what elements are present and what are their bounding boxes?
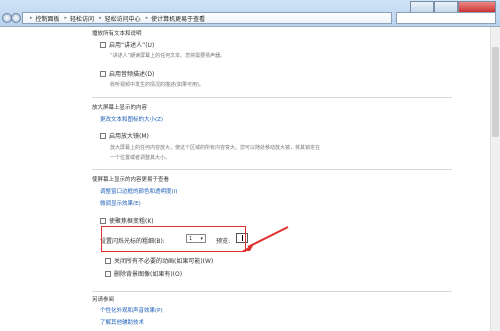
narrator-checkbox-row[interactable]: 启用“讲述人”(U) xyxy=(100,40,154,49)
vertical-scrollbar[interactable] xyxy=(490,27,500,331)
section-heading: 使屏幕上显示的内容更易于查看 xyxy=(92,177,170,183)
left-pane xyxy=(0,27,85,331)
divider xyxy=(92,291,452,292)
remove-bg-checkbox-row[interactable]: 删除背景图像(如果有)(O) xyxy=(105,269,182,278)
window-colors-link[interactable]: 调整窗口边框的颜色和透明度(I) xyxy=(100,187,177,195)
annotation-arrow-icon xyxy=(242,226,289,251)
breadcrumb-item[interactable]: 控制面板 xyxy=(36,14,60,23)
audio-desc-checkbox-row[interactable]: 启用音频描述(D) xyxy=(100,69,154,78)
section-heading: 另请参阅 xyxy=(92,297,115,303)
focus-rect-checkbox[interactable] xyxy=(100,217,106,224)
chevron-right-icon: ▸ xyxy=(64,15,68,21)
section-heading: 播放所有文本和说明 xyxy=(92,31,142,37)
narrator-checkbox[interactable] xyxy=(100,41,106,48)
remove-bg-checkbox[interactable] xyxy=(105,270,111,277)
search-input[interactable] xyxy=(396,12,496,24)
remove-bg-label: 删除背景图像(如果有)(O) xyxy=(114,271,183,278)
section-heading: 放大屏幕上显示的内容 xyxy=(92,105,148,111)
audio-desc-description: 收听视频中发生的情况的描述(如果可用)。 xyxy=(110,82,204,88)
breadcrumb-item[interactable]: 轻松访问中心 xyxy=(105,14,141,23)
personalize-link[interactable]: 个性化外观和声音效果(P) xyxy=(100,306,163,314)
title-bar: ▸ 控制面板 ▸ 轻松访问 ▸ 轻松访问中心 ▸ 使计算机更易于查看 xyxy=(0,0,500,27)
magnifier-checkbox[interactable] xyxy=(100,132,106,139)
magnifier-label: 启用放大镜(M) xyxy=(109,133,149,140)
chevron-right-icon: ▸ xyxy=(30,15,33,21)
disable-animations-label: 关闭所有不必要的动画(如果可能)(W) xyxy=(114,258,214,265)
narrator-description: “讲述人”朗读屏幕上的任何文本。您将需要扬声器。 xyxy=(110,53,226,59)
divider xyxy=(92,169,452,170)
assistive-tech-link[interactable]: 了解其他辅助技术 xyxy=(100,318,144,326)
fine-tune-display-link[interactable]: 微调显示效果(E) xyxy=(100,199,141,207)
window: ▸ 控制面板 ▸ 轻松访问 ▸ 轻松访问中心 ▸ 使计算机更易于查看 播放所有文… xyxy=(0,0,500,331)
divider xyxy=(92,97,452,98)
narrator-label: 启用“讲述人”(U) xyxy=(109,42,155,49)
main-content: 播放所有文本和说明 启用“讲述人”(U) “讲述人”朗读屏幕上的任何文本。您将需… xyxy=(0,27,500,331)
magnifier-description: 一个位置或者调整其大小。 xyxy=(110,155,171,161)
disable-animations-checkbox-row[interactable]: 关闭所有不必要的动画(如果可能)(W) xyxy=(105,256,213,265)
forward-arrow-icon[interactable] xyxy=(11,13,21,23)
chevron-right-icon: ▸ xyxy=(99,15,102,21)
magnifier-description: 放大屏幕上的任何内容放大，使这个区域的所有内容变大。您可以随处移动放大镜，将其锁… xyxy=(110,145,321,151)
focus-rect-checkbox-row[interactable]: 使聚焦框变粗(K) xyxy=(100,216,154,225)
magnifier-checkbox-row[interactable]: 启用放大镜(M) xyxy=(100,131,149,140)
chevron-right-icon: ▸ xyxy=(145,15,149,21)
audio-desc-checkbox[interactable] xyxy=(100,70,106,77)
text-icon-size-link[interactable]: 更改文本和图标的大小(Z) xyxy=(100,115,163,123)
disable-animations-checkbox[interactable] xyxy=(105,257,111,264)
breadcrumb-item[interactable]: 轻松访问 xyxy=(70,14,94,23)
audio-desc-label: 启用音频描述(D) xyxy=(109,71,155,78)
highlight-box xyxy=(101,226,246,252)
breadcrumb-item[interactable]: 使计算机更易于查看 xyxy=(151,14,205,23)
scrollbar-thumb[interactable] xyxy=(492,47,499,137)
address-bar[interactable]: ▸ 控制面板 ▸ 轻松访问 ▸ 轻松访问中心 ▸ 使计算机更易于查看 xyxy=(22,12,392,24)
focus-rect-label: 使聚焦框变粗(K) xyxy=(109,218,154,225)
